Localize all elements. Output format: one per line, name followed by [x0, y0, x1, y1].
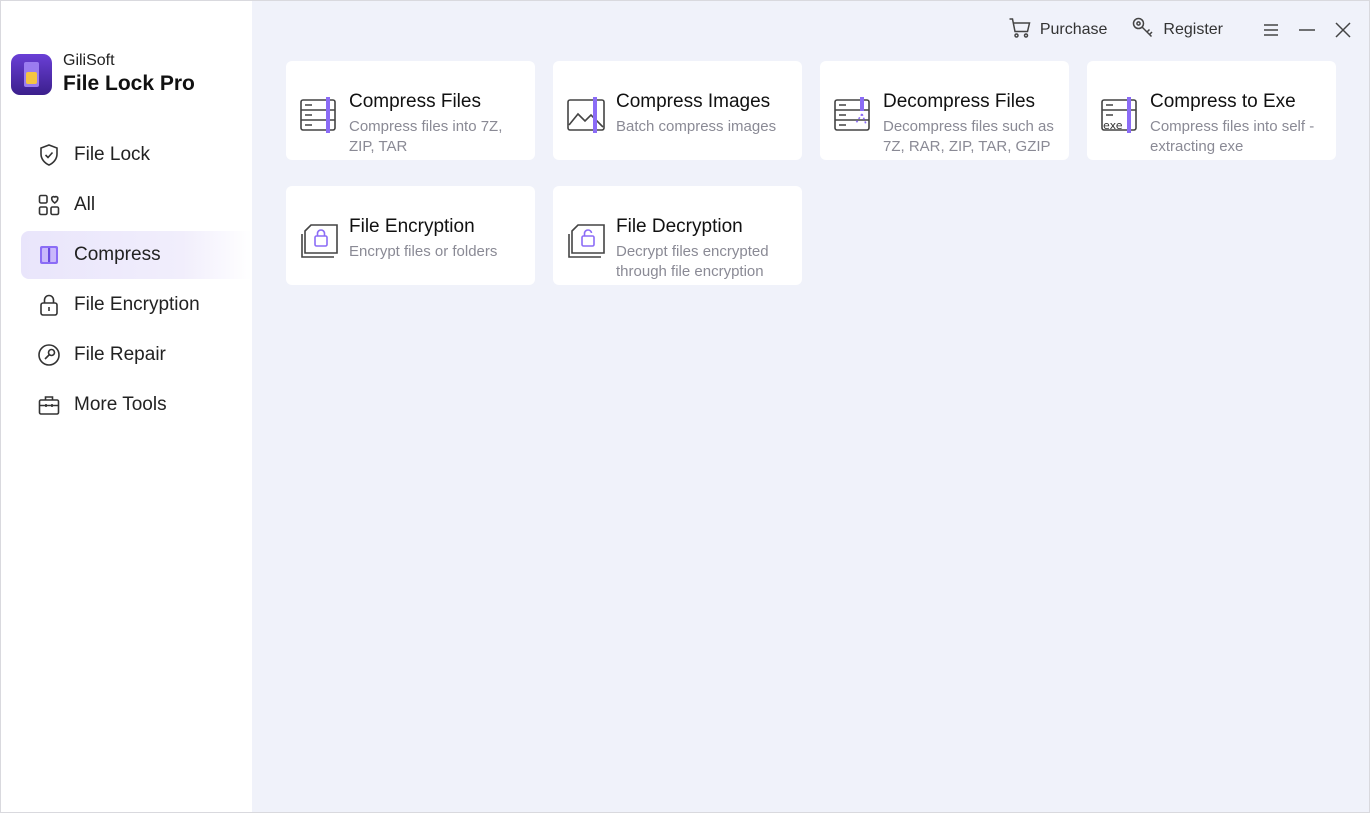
- sidebar-item-label: More Tools: [74, 394, 167, 415]
- sidebar-item-label: File Repair: [74, 344, 166, 365]
- brand-product: File Lock Pro: [63, 72, 195, 95]
- decompress-files-icon: [833, 97, 873, 133]
- card-title: Compress Images: [616, 91, 771, 112]
- minimize-icon[interactable]: [1295, 18, 1319, 42]
- register-button[interactable]: Register: [1131, 16, 1223, 45]
- padlock-icon: [37, 293, 61, 317]
- file-unlock-icon: [566, 222, 606, 258]
- main-content: Purchase Register Compress Files Compres…: [252, 1, 1369, 812]
- purchase-button[interactable]: Purchase: [1008, 16, 1108, 45]
- card-desc: Batch compress images: [616, 118, 777, 135]
- card-title: File Decryption: [616, 216, 743, 237]
- compress-images-icon: [566, 97, 606, 133]
- cart-icon: [1008, 16, 1032, 45]
- sidebar-item-compress[interactable]: Compress: [21, 231, 252, 279]
- svg-text:exe: exe: [1103, 119, 1123, 132]
- card-desc: Compress files into self - extracting ex…: [1150, 118, 1315, 155]
- zip-archive-icon: [37, 243, 61, 267]
- compress-exe-icon: exe: [1100, 97, 1140, 133]
- brand-company: GiliSoft: [63, 52, 115, 69]
- menu-icon[interactable]: [1259, 18, 1283, 42]
- card-compress-files[interactable]: Compress Files Compress files into 7Z, Z…: [286, 61, 535, 160]
- sidebar-item-label: All: [74, 194, 96, 215]
- card-compress-images[interactable]: Compress Images Batch compress images: [553, 61, 802, 160]
- title-bar: Purchase Register: [1008, 15, 1355, 45]
- card-desc: Encrypt files or folders: [349, 243, 498, 260]
- card-decompress-files[interactable]: Decompress Files Decompress files such a…: [820, 61, 1069, 160]
- card-file-encryption[interactable]: File Encryption Encrypt files or folders: [286, 186, 535, 285]
- toolbox-icon: [37, 393, 61, 417]
- card-title: File Encryption: [349, 216, 475, 237]
- grid-heart-icon: [37, 193, 61, 217]
- close-icon[interactable]: [1331, 18, 1355, 42]
- sidebar: GiliSoft File Lock Pro File Lock All Com…: [1, 1, 252, 812]
- sidebar-item-label: File Encryption: [74, 294, 200, 315]
- brand: GiliSoft File Lock Pro: [11, 51, 195, 97]
- card-title: Compress to Exe: [1150, 91, 1296, 112]
- sidebar-item-file-repair[interactable]: File Repair: [21, 331, 252, 379]
- sidebar-item-all[interactable]: All: [21, 181, 252, 229]
- app-logo-icon: [11, 53, 52, 95]
- sidebar-item-label: Compress: [74, 244, 161, 265]
- card-compress-to-exe[interactable]: exe Compress to Exe Compress files into …: [1087, 61, 1336, 160]
- sidebar-nav: File Lock All Compress File Encryption F…: [21, 131, 252, 431]
- key-icon: [1131, 16, 1155, 45]
- purchase-label: Purchase: [1039, 21, 1108, 38]
- sidebar-item-more-tools[interactable]: More Tools: [21, 381, 252, 429]
- card-desc: Compress files into 7Z, ZIP, TAR: [349, 118, 503, 155]
- file-lock-icon: [299, 222, 339, 258]
- card-title: Compress Files: [349, 91, 481, 112]
- sidebar-item-label: File Lock: [74, 144, 151, 165]
- sidebar-item-file-lock[interactable]: File Lock: [21, 131, 252, 179]
- card-file-decryption[interactable]: File Decryption Decrypt files encrypted …: [553, 186, 802, 285]
- compress-files-icon: [299, 97, 339, 133]
- card-title: Decompress Files: [883, 91, 1036, 112]
- register-label: Register: [1163, 21, 1223, 38]
- shield-check-icon: [37, 143, 61, 167]
- sidebar-item-file-encryption[interactable]: File Encryption: [21, 281, 252, 329]
- card-desc: Decrypt files encrypted through file enc…: [616, 243, 769, 280]
- wrench-circle-icon: [37, 343, 61, 367]
- card-desc: Decompress files such as 7Z, RAR, ZIP, T…: [883, 118, 1054, 155]
